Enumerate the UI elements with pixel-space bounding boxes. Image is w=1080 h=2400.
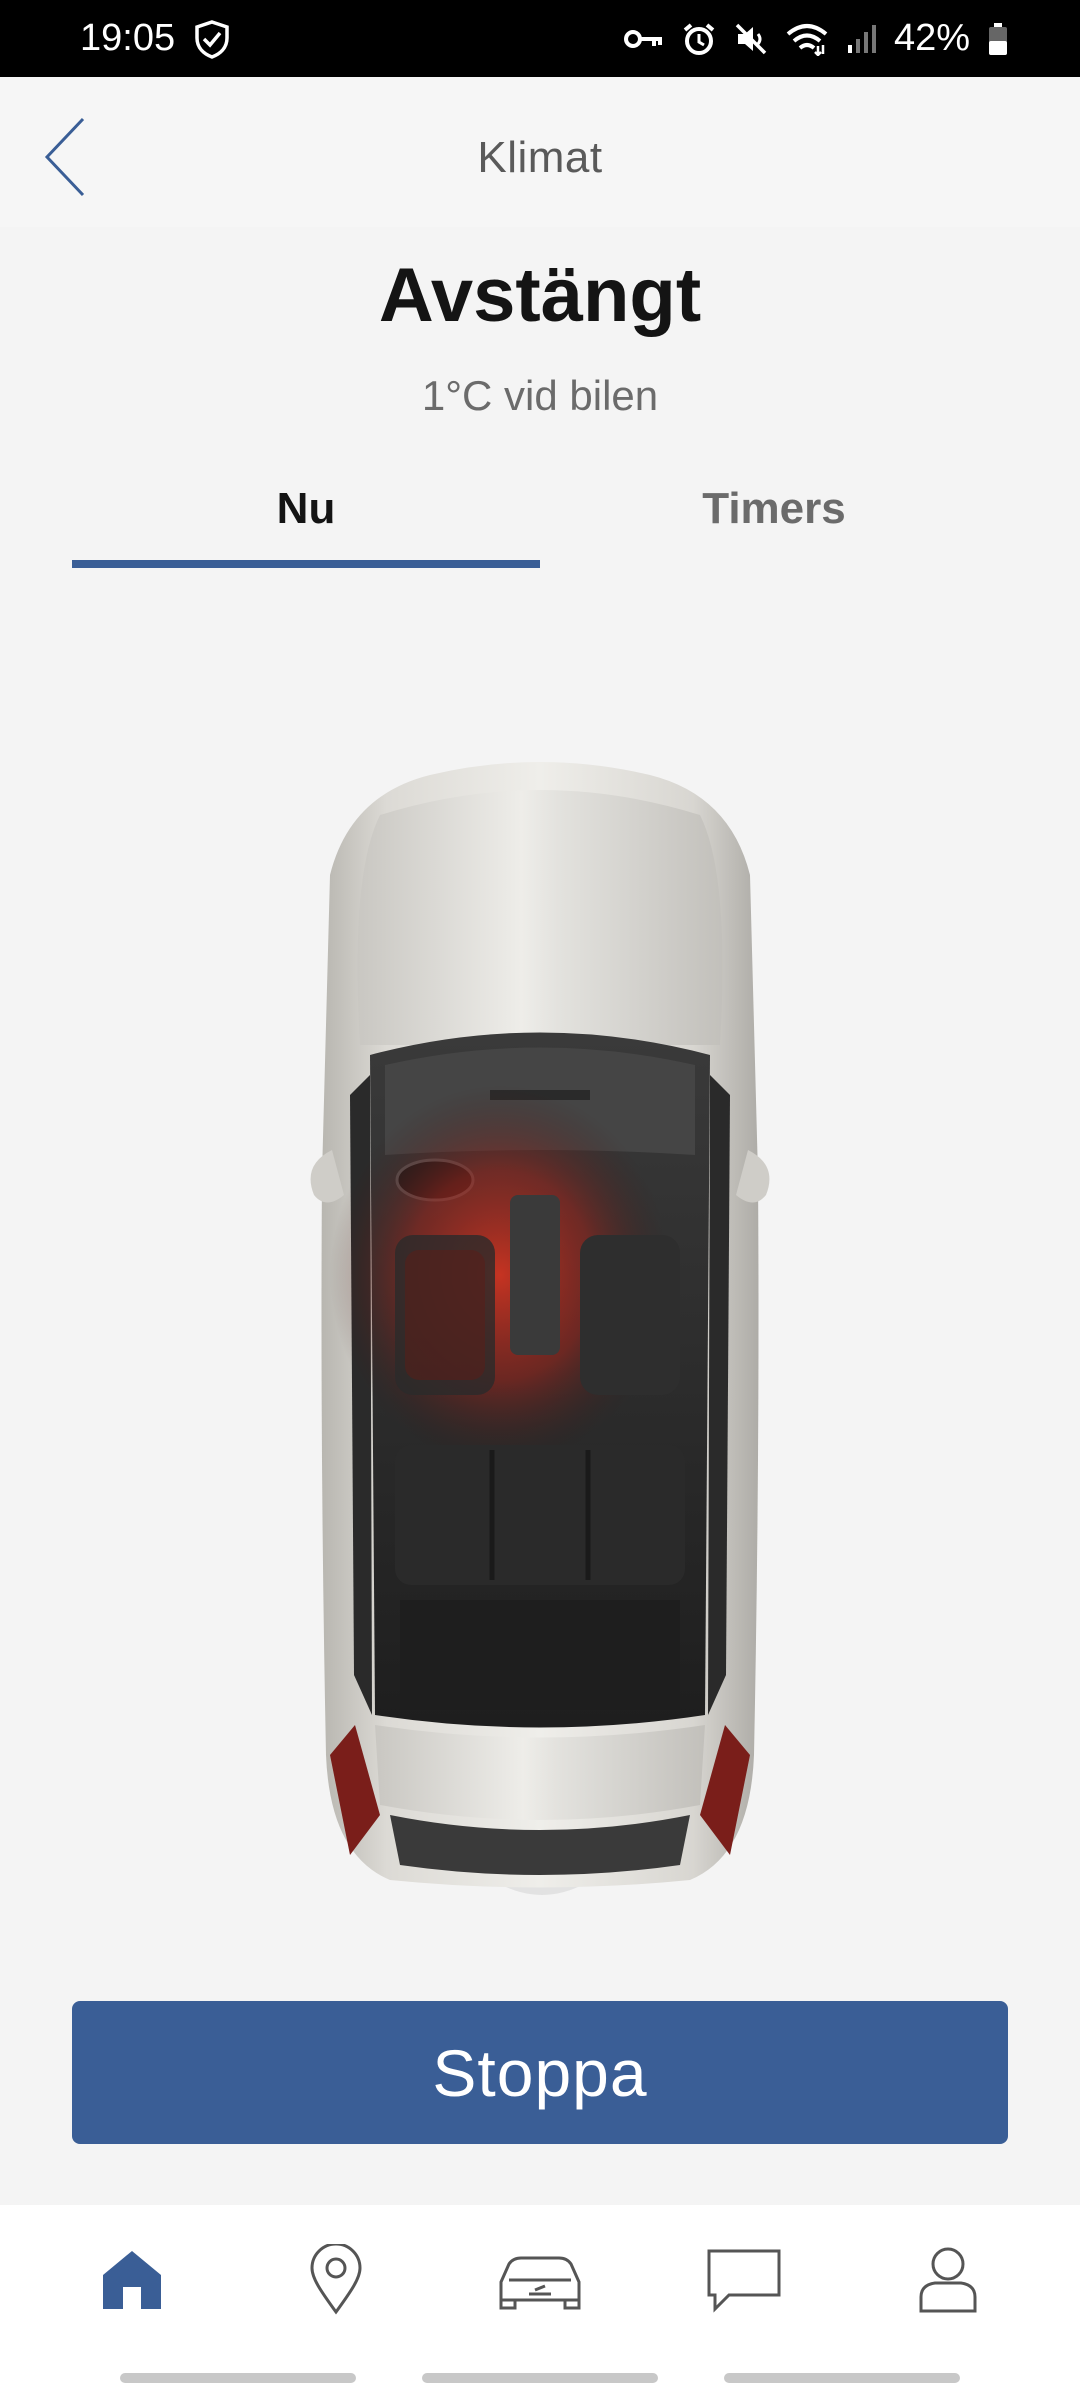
tab-nu[interactable]: Nu xyxy=(72,470,540,570)
nav-messages[interactable] xyxy=(684,2220,804,2340)
climate-state: Avstängt xyxy=(378,253,702,338)
nav-home[interactable] xyxy=(72,2220,192,2340)
nav-map[interactable] xyxy=(276,2220,396,2340)
battery-percent: 42% xyxy=(893,17,970,59)
stop-button[interactable]: Stoppa xyxy=(72,2001,1008,2144)
gesture-bar xyxy=(0,2355,1080,2400)
mute-icon xyxy=(734,22,768,56)
wifi-icon xyxy=(786,22,828,56)
car-icon xyxy=(499,2256,581,2310)
profile-icon xyxy=(919,2247,977,2313)
bottom-nav xyxy=(0,2205,1080,2355)
outside-temperature: 1°C vid bilen xyxy=(421,372,659,419)
gesture-pill-center[interactable] xyxy=(422,2372,658,2383)
home-icon xyxy=(103,2251,161,2309)
car-illustration xyxy=(310,755,770,1895)
nav-car[interactable] xyxy=(480,2220,600,2340)
status-time: 19:05 xyxy=(80,17,176,59)
tab-bar: Nu Timers xyxy=(72,470,1008,570)
status-left: 19:05 xyxy=(80,17,231,60)
tab-timers[interactable]: Timers xyxy=(540,470,1008,570)
key-icon xyxy=(623,26,664,52)
battery-icon xyxy=(988,22,1008,56)
alarm-icon xyxy=(682,22,716,56)
status-right: 42% xyxy=(623,17,1008,60)
gesture-pill-left[interactable] xyxy=(120,2372,356,2383)
signal-icon xyxy=(846,23,876,55)
status-bar: 19:05 42% xyxy=(0,0,1080,77)
header: Klimat xyxy=(0,77,1080,227)
location-pin-icon xyxy=(310,2244,362,2315)
chat-icon xyxy=(707,2249,781,2313)
gesture-pill-right[interactable] xyxy=(724,2372,960,2383)
shield-check-icon xyxy=(193,19,231,59)
nav-profile[interactable] xyxy=(888,2220,1008,2340)
page-title: Klimat xyxy=(477,133,603,182)
